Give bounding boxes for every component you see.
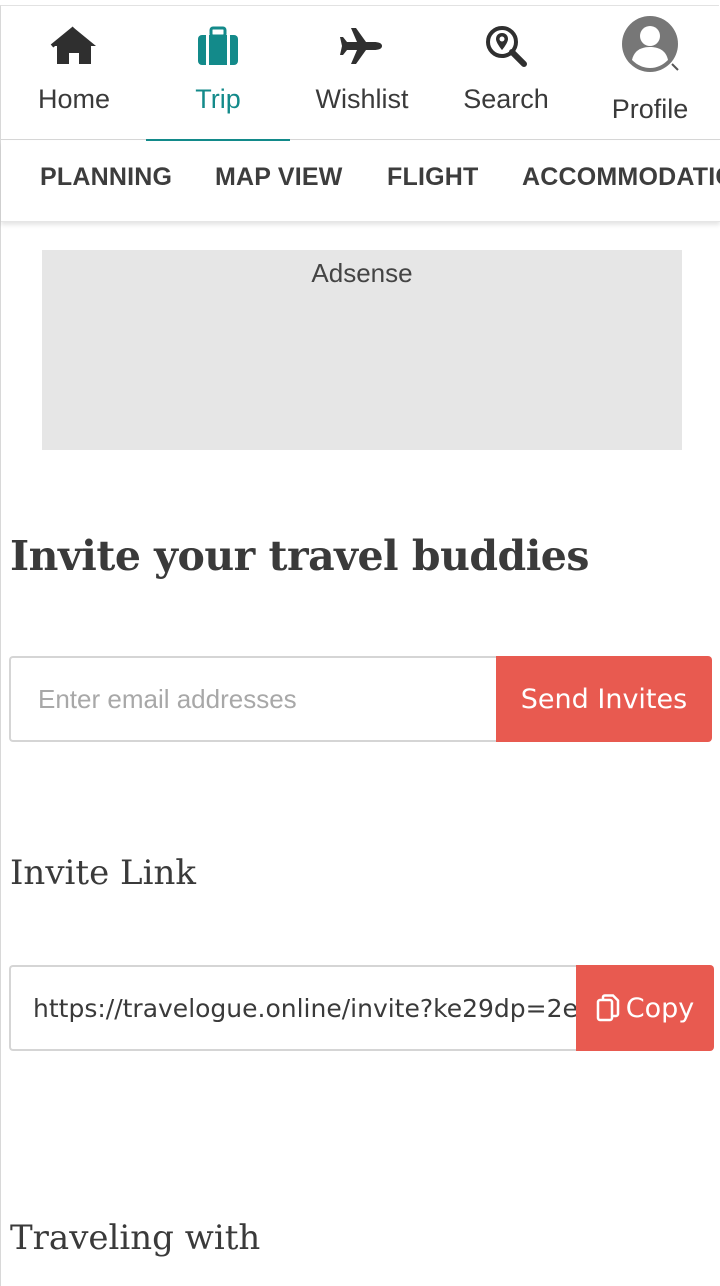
traveling-with-title: Traveling with bbox=[10, 1218, 261, 1258]
copy-link-button[interactable]: Copy bbox=[576, 965, 714, 1051]
invite-link-title: Invite Link bbox=[10, 853, 196, 893]
invite-link-field[interactable] bbox=[9, 965, 577, 1051]
tab-map-view[interactable]: MAP VIEW bbox=[215, 163, 343, 192]
tab-accommodation[interactable]: ACCOMMODATIC bbox=[522, 163, 720, 192]
nav-search-label: Search bbox=[463, 84, 549, 114]
tab-flight[interactable]: FLIGHT bbox=[387, 163, 478, 192]
tab-planning[interactable]: PLANNING bbox=[40, 163, 172, 192]
ad-placeholder: Adsense bbox=[42, 250, 682, 450]
copy-button-label: Copy bbox=[625, 992, 695, 1024]
trip-subnav: PLANNING MAP VIEW FLIGHT ACCOMMODATIC bbox=[1, 141, 720, 222]
nav-wishlist-label: Wishlist bbox=[315, 84, 409, 114]
nav-profile-label: Profile bbox=[611, 94, 689, 124]
nav-home[interactable]: Home bbox=[2, 6, 146, 139]
airplane-icon bbox=[334, 18, 390, 74]
suitcase-icon bbox=[190, 18, 246, 74]
invite-title: Invite your travel buddies bbox=[10, 532, 589, 580]
invite-link-form: Copy bbox=[9, 965, 714, 1051]
search-location-icon bbox=[478, 18, 534, 74]
email-input[interactable] bbox=[9, 656, 497, 742]
ad-label: Adsense bbox=[311, 258, 413, 288]
email-invite-form: Send Invites bbox=[9, 656, 712, 742]
nav-trip-label: Trip bbox=[195, 84, 241, 114]
nav-trip[interactable]: Trip bbox=[146, 6, 290, 141]
nav-search[interactable]: Search bbox=[434, 6, 578, 139]
home-icon bbox=[46, 18, 102, 74]
top-navigation: Home Trip Wishlist Search Profile bbox=[1, 6, 720, 141]
nav-profile[interactable]: Profile bbox=[578, 6, 720, 139]
copy-icon bbox=[596, 994, 620, 1022]
nav-wishlist[interactable]: Wishlist bbox=[290, 6, 434, 139]
send-invites-button[interactable]: Send Invites bbox=[496, 656, 712, 742]
user-avatar-icon bbox=[620, 14, 680, 74]
nav-home-label: Home bbox=[37, 84, 111, 114]
